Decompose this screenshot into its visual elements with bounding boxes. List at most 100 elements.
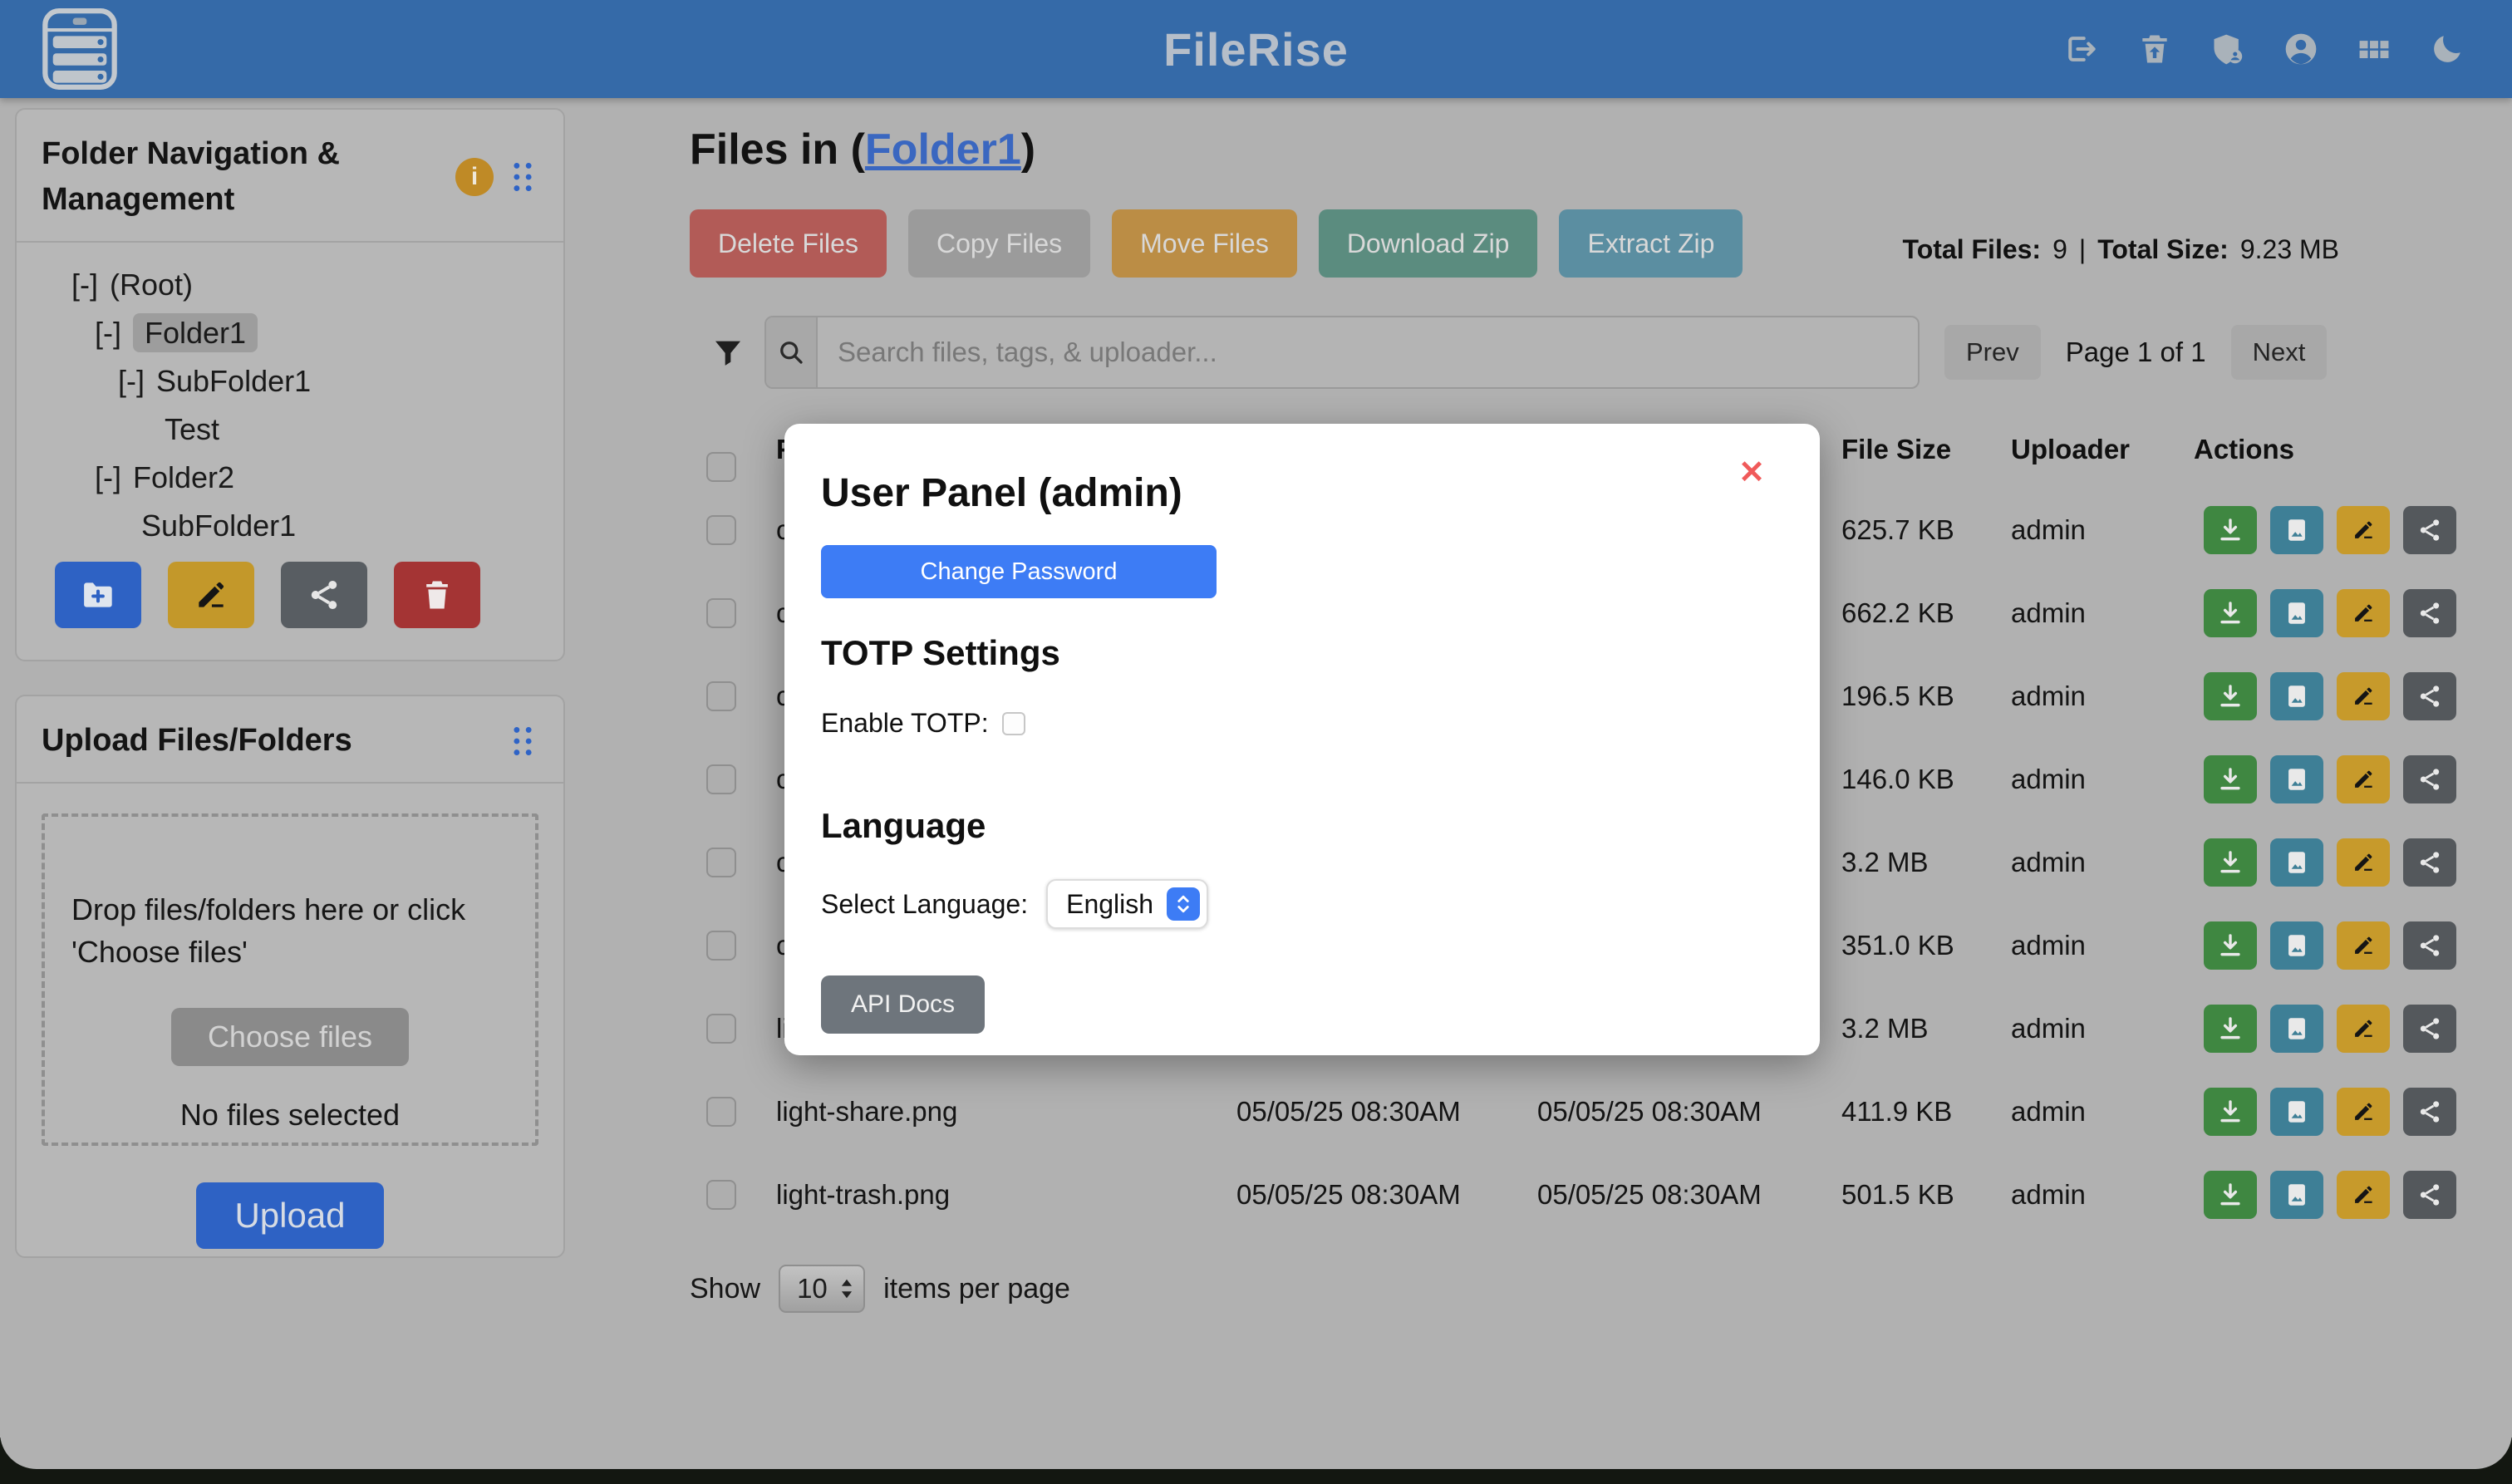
tree-toggle[interactable]: [-] xyxy=(71,268,98,302)
download-button[interactable] xyxy=(2204,1005,2257,1053)
admin-shield-icon[interactable] xyxy=(2210,31,2246,67)
preview-button[interactable] xyxy=(2270,755,2323,803)
download-button[interactable] xyxy=(2204,672,2257,720)
tree-item-subfolder1[interactable]: SubFolder1 xyxy=(17,502,563,550)
preview-button[interactable] xyxy=(2270,506,2323,554)
uploader: admin xyxy=(2011,764,2086,795)
row-checkbox[interactable] xyxy=(706,764,736,794)
edit-button[interactable] xyxy=(2337,1005,2390,1053)
share-button[interactable] xyxy=(2403,589,2456,637)
share-button[interactable] xyxy=(2403,755,2456,803)
tree-label[interactable]: Folder1 xyxy=(133,313,258,352)
tree-toggle[interactable]: [-] xyxy=(118,364,145,398)
download-button[interactable] xyxy=(2204,838,2257,887)
choose-files-button[interactable]: Choose files xyxy=(171,1008,409,1066)
download-button[interactable] xyxy=(2204,755,2257,803)
totp-settings-heading: TOTP Settings xyxy=(821,633,1060,673)
trash-restore-icon[interactable] xyxy=(2136,31,2173,67)
tree-item-folder2[interactable]: [-] Folder2 xyxy=(17,454,563,502)
rename-folder-button[interactable] xyxy=(168,562,254,628)
preview-button[interactable] xyxy=(2270,838,2323,887)
edit-button[interactable] xyxy=(2337,672,2390,720)
modal-title: User Panel (admin) xyxy=(821,470,1182,516)
edit-button[interactable] xyxy=(2337,838,2390,887)
edit-button[interactable] xyxy=(2337,589,2390,637)
share-button[interactable] xyxy=(2403,1171,2456,1219)
share-button[interactable] xyxy=(2403,921,2456,970)
download-button[interactable] xyxy=(2204,921,2257,970)
share-folder-button[interactable] xyxy=(281,562,367,628)
dropzone-text: Drop files/folders here or click 'Choose… xyxy=(65,888,515,973)
row-checkbox[interactable] xyxy=(706,681,736,711)
file-size: 146.0 KB xyxy=(1841,764,1954,795)
preview-button[interactable] xyxy=(2270,672,2323,720)
tree-label[interactable]: SubFolder1 xyxy=(156,364,311,398)
tree-label[interactable]: (Root) xyxy=(110,268,193,302)
file-size: 662.2 KB xyxy=(1841,597,1954,629)
edit-button[interactable] xyxy=(2337,1088,2390,1136)
drag-handle-icon[interactable] xyxy=(510,160,535,194)
row-checkbox[interactable] xyxy=(706,1097,736,1127)
row-checkbox[interactable] xyxy=(706,931,736,961)
tree-toggle[interactable]: [-] xyxy=(95,460,121,494)
preview-button[interactable] xyxy=(2270,1171,2323,1219)
language-select[interactable]: English xyxy=(1046,879,1208,929)
tree-item-root[interactable]: [-] (Root) xyxy=(17,261,563,309)
dark-mode-moon-icon[interactable] xyxy=(2429,31,2465,67)
download-button[interactable] xyxy=(2204,1171,2257,1219)
row-checkbox[interactable] xyxy=(706,1180,736,1210)
tree-item-subfolder1[interactable]: [-] SubFolder1 xyxy=(17,357,563,405)
file-name[interactable]: light-trash.png xyxy=(776,1179,950,1211)
download-button[interactable] xyxy=(2204,589,2257,637)
apps-grid-icon[interactable] xyxy=(2356,31,2392,67)
tree-item-folder1[interactable]: [-] Folder1 xyxy=(17,309,563,357)
download-button[interactable] xyxy=(2204,1088,2257,1136)
user-circle-icon[interactable] xyxy=(2283,31,2319,67)
preview-button[interactable] xyxy=(2270,1088,2323,1136)
download-button[interactable] xyxy=(2204,506,2257,554)
file-name[interactable]: light-share.png xyxy=(776,1096,957,1128)
upload-button[interactable]: Upload xyxy=(196,1182,383,1249)
upload-panel-header: Upload Files/Folders xyxy=(17,696,563,784)
delete-folder-button[interactable] xyxy=(394,562,480,628)
share-button[interactable] xyxy=(2403,838,2456,887)
edit-button[interactable] xyxy=(2337,755,2390,803)
items-per-page-select[interactable]: 10 xyxy=(779,1265,865,1313)
row-checkbox[interactable] xyxy=(706,515,736,545)
tree-item-test[interactable]: Test xyxy=(17,405,563,454)
uploader: admin xyxy=(2011,930,2086,961)
drag-handle-icon[interactable] xyxy=(510,725,535,758)
preview-button[interactable] xyxy=(2270,1005,2323,1053)
edit-button[interactable] xyxy=(2337,1171,2390,1219)
row-checkbox[interactable] xyxy=(706,598,736,628)
share-button[interactable] xyxy=(2403,1005,2456,1053)
info-icon[interactable]: i xyxy=(455,158,494,196)
file-dropzone[interactable]: Drop files/folders here or click 'Choose… xyxy=(42,813,538,1146)
file-size: 625.7 KB xyxy=(1841,514,1954,546)
create-folder-button[interactable] xyxy=(55,562,141,628)
enable-totp-checkbox[interactable] xyxy=(1002,712,1025,735)
preview-button[interactable] xyxy=(2270,921,2323,970)
close-icon[interactable]: ✕ xyxy=(1738,457,1765,489)
logout-icon[interactable] xyxy=(2063,31,2100,67)
edit-button[interactable] xyxy=(2337,921,2390,970)
change-password-button[interactable]: Change Password xyxy=(821,545,1217,598)
tree-label[interactable]: SubFolder1 xyxy=(141,509,296,543)
share-button[interactable] xyxy=(2403,1088,2456,1136)
row-actions xyxy=(2204,921,2456,970)
file-size: 196.5 KB xyxy=(1841,681,1954,712)
share-button[interactable] xyxy=(2403,506,2456,554)
select-stepper-icon xyxy=(1167,887,1200,921)
table-row: light-share.png 05/05/25 08:30AM 05/05/2… xyxy=(665,1070,2497,1153)
edit-button[interactable] xyxy=(2337,506,2390,554)
tree-label[interactable]: Folder2 xyxy=(133,460,234,494)
row-checkbox[interactable] xyxy=(706,1014,736,1044)
preview-button[interactable] xyxy=(2270,589,2323,637)
tree-label[interactable]: Test xyxy=(165,412,219,446)
select-arrows-icon xyxy=(840,1278,853,1300)
tree-toggle[interactable]: [-] xyxy=(95,316,121,350)
row-checkbox[interactable] xyxy=(706,848,736,877)
share-button[interactable] xyxy=(2403,672,2456,720)
api-docs-button[interactable]: API Docs xyxy=(821,975,985,1034)
row-actions xyxy=(2204,506,2456,554)
